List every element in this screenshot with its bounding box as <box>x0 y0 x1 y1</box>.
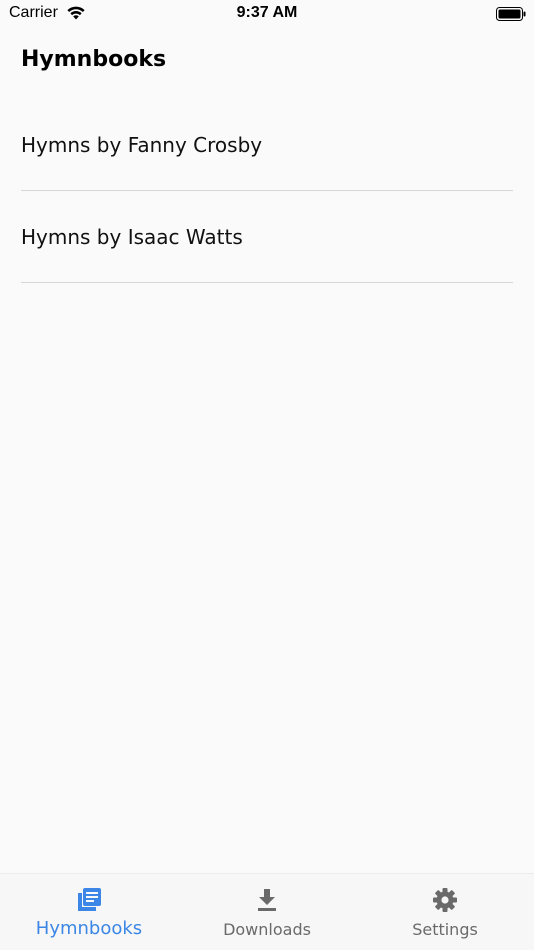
list-item-label: Hymns by Fanny Crosby <box>21 132 263 157</box>
tab-downloads[interactable]: Downloads <box>178 874 356 950</box>
page-title: Hymnbooks <box>21 47 167 72</box>
list-item-isaac-watts[interactable]: Hymns by Isaac Watts <box>21 191 513 283</box>
tab-bar: Hymnbooks Downloads Settings <box>0 873 534 950</box>
status-time: 9:37 AM <box>236 4 298 21</box>
tab-hymnbooks[interactable]: Hymnbooks <box>0 874 178 950</box>
tab-label: Downloads <box>223 920 311 939</box>
battery-icon <box>496 7 526 21</box>
list-item-fanny-crosby[interactable]: Hymns by Fanny Crosby <box>21 99 513 191</box>
book-icon <box>78 888 101 911</box>
tab-label: Hymnbooks <box>35 918 143 939</box>
hymnbook-list: Hymns by Fanny Crosby Hymns by Isaac Wat… <box>21 99 513 283</box>
gear-icon <box>433 888 457 912</box>
status-bar: Carrier 9:37 AM <box>0 0 534 28</box>
list-item-label: Hymns by Isaac Watts <box>21 224 243 249</box>
download-icon <box>258 889 276 911</box>
tab-label: Settings <box>412 920 478 939</box>
tab-settings[interactable]: Settings <box>356 874 534 950</box>
